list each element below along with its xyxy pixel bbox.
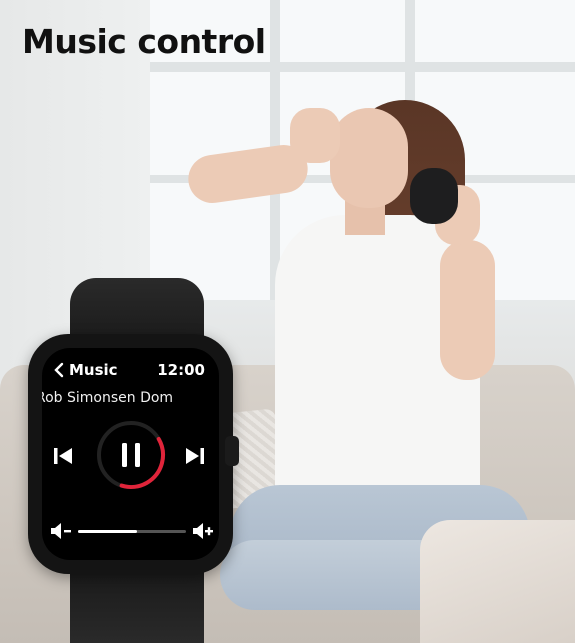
pause-icon [122, 443, 140, 467]
page-title: Music control [22, 22, 266, 61]
product-image: Music control Music 12:00 Rob Simonsen D… [0, 0, 575, 643]
woman-hand-left [290, 108, 340, 163]
watch-screen: Music 12:00 Rob Simonsen Dom [42, 348, 219, 560]
skip-next-icon[interactable] [184, 446, 206, 466]
woman-arm-right [440, 240, 495, 380]
blanket [420, 520, 575, 643]
watch-crown-button[interactable] [225, 436, 239, 466]
screen-title: Music [69, 361, 118, 379]
volume-slider-fill [78, 530, 138, 533]
skip-previous-icon[interactable] [52, 446, 74, 466]
chevron-left-icon[interactable] [52, 362, 68, 378]
volume-up-icon[interactable] [192, 522, 214, 540]
volume-slider[interactable] [78, 530, 186, 533]
volume-down-icon[interactable] [50, 522, 72, 540]
track-name: Rob Simonsen Dom [42, 390, 174, 406]
playback-progress-ring [97, 421, 165, 489]
clock-time: 12:00 [157, 361, 205, 379]
headphones [410, 168, 458, 224]
watch-strap-bottom [70, 568, 204, 643]
smartwatch: Music 12:00 Rob Simonsen Dom [20, 278, 240, 643]
woman-face [330, 108, 408, 208]
play-pause-button[interactable] [94, 418, 168, 492]
